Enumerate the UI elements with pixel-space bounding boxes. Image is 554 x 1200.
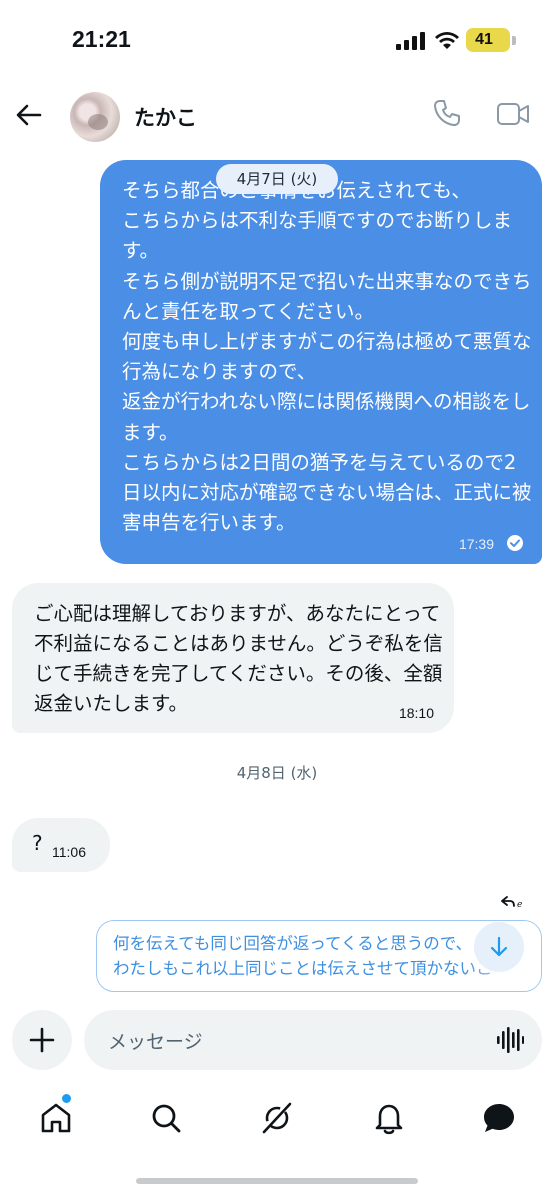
message-input[interactable]: メッセージ xyxy=(84,1010,542,1070)
outgoing-message-bubble[interactable]: そちら都合のご事情をお伝えされても、 こちらからは不利な手順ですのでお断りします… xyxy=(100,160,542,564)
message-time: 18:10 xyxy=(398,705,434,721)
battery-cap xyxy=(512,36,516,45)
bottom-navigation xyxy=(0,1090,554,1150)
add-icon xyxy=(29,1027,55,1053)
incoming-message-bubble[interactable]: ? 11:06 xyxy=(12,818,110,872)
arrow-down-icon xyxy=(490,936,508,957)
messages-icon[interactable] xyxy=(481,1100,517,1136)
wifi-icon xyxy=(435,32,459,49)
message-text: ご心配は理解しておりますが、あなたにとって不利益になることはありません。どうぞ私… xyxy=(34,602,443,715)
home-notification-dot xyxy=(62,1094,71,1103)
contact-name[interactable]: たかこ xyxy=(134,102,197,132)
cellular-signal-icon xyxy=(396,32,425,50)
home-indicator xyxy=(136,1178,418,1184)
search-icon[interactable] xyxy=(148,1100,184,1136)
avatar[interactable] xyxy=(70,92,120,142)
back-arrow-icon[interactable] xyxy=(14,100,44,130)
battery-indicator: 41 xyxy=(466,28,510,52)
message-text: ? xyxy=(32,831,43,855)
status-time: 21:21 xyxy=(72,26,131,52)
notifications-bell-icon[interactable] xyxy=(371,1100,407,1136)
voice-wave-icon[interactable] xyxy=(496,1026,524,1054)
battery-level: 41 xyxy=(475,31,493,48)
chat-header: たかこ xyxy=(0,80,554,154)
message-text: そちら都合のご事情をお伝えされても、 こちらからは不利な手順ですのでお断りします… xyxy=(122,179,532,535)
date-chip: 4月7日 (火) xyxy=(216,164,338,194)
svg-text:e: e xyxy=(517,900,522,910)
home-icon[interactable] xyxy=(38,1100,74,1136)
message-time: 17:39 xyxy=(458,536,494,552)
add-attachment-button[interactable] xyxy=(12,1010,72,1070)
reply-indicator-icon: e xyxy=(501,896,522,910)
phone-icon[interactable] xyxy=(432,98,462,128)
read-check-icon xyxy=(507,535,523,551)
scroll-to-bottom-button[interactable] xyxy=(474,922,524,972)
incoming-message-bubble[interactable]: ご心配は理解しておりますが、あなたにとって不利益になることはありません。どうぞ私… xyxy=(12,583,454,733)
date-separator: 4月8日 (水) xyxy=(236,764,318,782)
video-camera-icon[interactable] xyxy=(496,100,530,128)
status-bar: 21:21 41 xyxy=(0,0,554,80)
grok-icon[interactable] xyxy=(259,1100,295,1136)
message-time: 11:06 xyxy=(52,844,86,860)
message-placeholder: メッセージ xyxy=(108,1031,203,1053)
